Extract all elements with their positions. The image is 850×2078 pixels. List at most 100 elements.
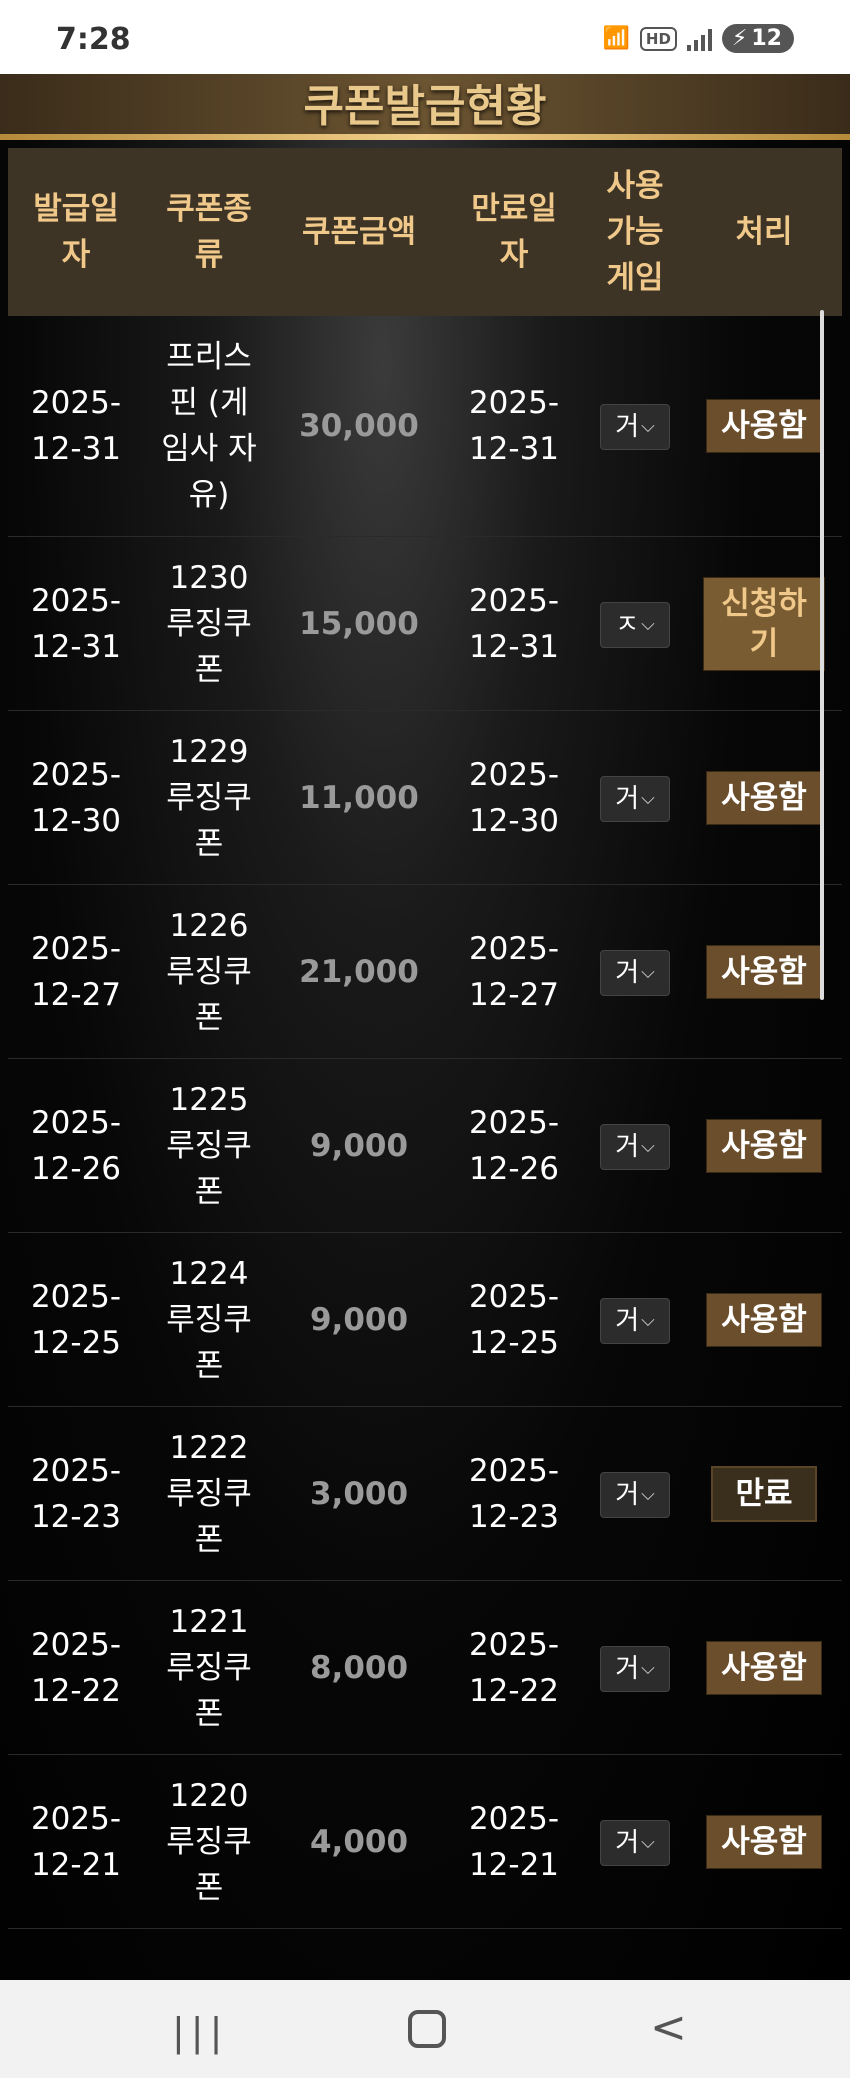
use-button[interactable]: 사용함 bbox=[706, 944, 822, 999]
action-cell: 사용함 bbox=[686, 1118, 842, 1173]
game-select[interactable]: 거 ⌵ bbox=[600, 1645, 670, 1692]
home-icon[interactable] bbox=[408, 2010, 446, 2048]
chevron-down-icon: ⌵ bbox=[641, 1657, 655, 1679]
battery-level: 12 bbox=[751, 26, 782, 51]
chevron-down-icon: ⌵ bbox=[641, 1483, 655, 1505]
expire-date-cell: 2025-12-21 bbox=[468, 1800, 560, 1883]
chevron-down-icon: ⌵ bbox=[641, 1309, 655, 1331]
action-cell: 만료 bbox=[686, 1465, 842, 1522]
table-row: 2025-12-23 1222 루징쿠폰 3,000 2025-12-23 거 ⌵ 만료 bbox=[8, 1407, 842, 1581]
status-bar: 7:28 📶 HD ⚡ 12 bbox=[0, 0, 850, 74]
amount-cell: 9,000 bbox=[309, 1127, 409, 1164]
coupon-type-cell: 1221 루징쿠폰 bbox=[166, 1603, 252, 1732]
clock: 7:28 bbox=[56, 22, 131, 57]
use-button[interactable]: 사용함 bbox=[706, 1814, 822, 1869]
games-cell: ㅈ ⌵ bbox=[584, 600, 686, 648]
charging-icon: ⚡ bbox=[731, 26, 748, 51]
status-icons: 📶 HD ⚡ 12 bbox=[603, 24, 794, 53]
back-icon[interactable]: < bbox=[650, 2002, 687, 2053]
coupon-type-cell: 1225 루징쿠폰 bbox=[166, 1081, 252, 1210]
issue-date-cell: 2025-12-31 bbox=[30, 582, 122, 665]
table-row: 2025-12-31 프리스핀 (게임사 자유) 30,000 2025-12-31 거… bbox=[8, 316, 842, 537]
action-cell: 사용함 bbox=[686, 1292, 842, 1347]
header-amount: 쿠폰금액 bbox=[301, 214, 417, 250]
chevron-down-icon: ⌵ bbox=[641, 961, 655, 983]
game-select-value: 거 bbox=[615, 957, 640, 988]
issue-date-cell: 2025-12-23 bbox=[30, 1452, 122, 1535]
hd-icon: HD bbox=[639, 26, 677, 51]
chevron-down-icon: ⌵ bbox=[641, 787, 655, 809]
amount-cell: 9,000 bbox=[309, 1301, 409, 1338]
action-cell: 사용함 bbox=[686, 1640, 842, 1695]
table-header: 발급일자 쿠폰종류 쿠폰금액 만료일자 사용가능게임 처리 bbox=[8, 148, 842, 316]
game-select[interactable]: ㅈ ⌵ bbox=[600, 601, 670, 648]
recent-apps-icon[interactable]: ||| bbox=[172, 2010, 228, 2054]
table-row: 2025-12-27 1226 루징쿠폰 21,000 2025-12-27 거 ⌵ 사용함 bbox=[8, 885, 842, 1059]
game-select[interactable]: 거 ⌵ bbox=[600, 1471, 670, 1518]
action-cell: 사용함 bbox=[686, 944, 842, 999]
games-cell: 거 ⌵ bbox=[584, 1818, 686, 1866]
page-title: 쿠폰발급현황 bbox=[303, 81, 547, 132]
expire-date-cell: 2025-12-26 bbox=[468, 1104, 560, 1187]
table-row: 2025-12-26 1225 루징쿠폰 9,000 2025-12-26 거 ⌵ 사용함 bbox=[8, 1059, 842, 1233]
game-select-value: 거 bbox=[615, 1305, 640, 1336]
game-select[interactable]: 거 ⌵ bbox=[600, 404, 670, 450]
games-cell: 거 ⌵ bbox=[584, 1296, 686, 1344]
table-row: 2025-12-22 1221 루징쿠폰 8,000 2025-12-22 거 ⌵ 사용함 bbox=[8, 1581, 842, 1755]
coupon-content: 발급일자 쿠폰종류 쿠폰금액 만료일자 사용가능게임 처리 2025-12-31… bbox=[0, 140, 850, 1980]
amount-cell: 11,000 bbox=[299, 779, 419, 816]
game-select[interactable]: 거 ⌵ bbox=[600, 1123, 670, 1170]
action-cell: 사용함 bbox=[686, 399, 842, 453]
coupon-type-cell: 1229 루징쿠폰 bbox=[166, 733, 252, 862]
game-select[interactable]: 거 ⌵ bbox=[600, 949, 670, 996]
expire-date-cell: 2025-12-27 bbox=[468, 930, 560, 1013]
action-cell: 사용함 bbox=[686, 1814, 842, 1869]
table-body: 2025-12-31 프리스핀 (게임사 자유) 30,000 2025-12-31 거… bbox=[8, 316, 842, 1980]
issue-date-cell: 2025-12-30 bbox=[30, 756, 122, 839]
games-cell: 거 ⌵ bbox=[584, 1644, 686, 1692]
header-expire-date: 만료일자 bbox=[471, 191, 557, 273]
game-select-value: 거 bbox=[615, 412, 640, 442]
chevron-down-icon: ⌵ bbox=[641, 1135, 655, 1157]
game-select-value: 거 bbox=[615, 1653, 640, 1684]
header-issue-date: 발급일자 bbox=[33, 191, 119, 273]
use-button[interactable]: 사용함 bbox=[706, 1118, 822, 1173]
signal-icon bbox=[686, 27, 712, 51]
amount-cell: 8,000 bbox=[309, 1649, 409, 1686]
action-cell: 사용함 bbox=[686, 770, 842, 825]
amount-cell: 15,000 bbox=[299, 605, 419, 642]
table-row: 2025-12-25 1224 루징쿠폰 9,000 2025-12-25 거 ⌵ 사용함 bbox=[8, 1233, 842, 1407]
expire-date-cell: 2025-12-30 bbox=[468, 756, 560, 839]
game-select[interactable]: 거 ⌵ bbox=[600, 1297, 670, 1344]
expire-date-cell: 2025-12-22 bbox=[468, 1626, 560, 1709]
game-select[interactable]: 거 ⌵ bbox=[600, 775, 670, 822]
game-select-value: ㅈ bbox=[615, 609, 640, 640]
system-nav-bar: ||| < bbox=[0, 1980, 850, 2078]
use-button[interactable]: 사용함 bbox=[706, 1640, 822, 1695]
game-select[interactable]: 거 ⌵ bbox=[600, 1819, 670, 1866]
amount-cell: 4,000 bbox=[309, 1823, 409, 1860]
header-games: 사용가능게임 bbox=[606, 168, 664, 296]
header-coupon-type: 쿠폰종류 bbox=[166, 191, 252, 273]
table-row: 2025-12192025- bbox=[8, 1929, 842, 1980]
chevron-down-icon: ⌵ bbox=[641, 613, 655, 635]
games-cell: 거 ⌵ bbox=[584, 948, 686, 996]
games-cell: 거 ⌵ bbox=[584, 1122, 686, 1170]
games-cell: 거 ⌵ bbox=[584, 402, 686, 450]
table-row: 2025-12-30 1229 루징쿠폰 11,000 2025-12-30 거 ⌵ 사용함 bbox=[8, 711, 842, 885]
issue-date-cell: 2025-12-21 bbox=[30, 1800, 122, 1883]
game-select-value: 거 bbox=[615, 783, 640, 814]
issue-date-cell: 2025-12-25 bbox=[30, 1278, 122, 1361]
issue-date-cell: 2025-12-26 bbox=[30, 1104, 122, 1187]
scrollbar[interactable] bbox=[820, 310, 824, 1000]
use-button[interactable]: 사용함 bbox=[706, 1292, 822, 1347]
apply-button[interactable]: 신청하기 bbox=[703, 576, 825, 671]
game-select-value: 거 bbox=[615, 1479, 640, 1510]
coupon-type-cell: 1230 루징쿠폰 bbox=[166, 559, 252, 688]
use-button[interactable]: 사용함 bbox=[706, 770, 822, 825]
expired-button[interactable]: 만료 bbox=[711, 1465, 817, 1522]
use-button[interactable]: 사용함 bbox=[706, 399, 822, 453]
amount-cell: 21,000 bbox=[299, 953, 419, 990]
table-row: 2025-12-31 1230 루징쿠폰 15,000 2025-12-31 ㅈ ⌵ 신청하… bbox=[8, 537, 842, 711]
battery-icon: ⚡ 12 bbox=[721, 24, 794, 53]
